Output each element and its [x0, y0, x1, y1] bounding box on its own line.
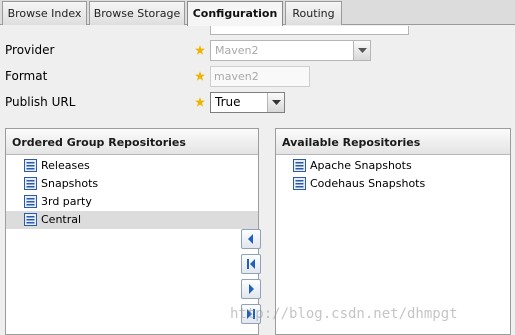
available-repositories-panel: Available Repositories Apache Snapshots …: [275, 128, 511, 335]
publish-url-dropdown-trigger[interactable]: [267, 93, 284, 112]
repository-icon: [24, 159, 37, 172]
repository-icon: [24, 213, 37, 226]
list-item[interactable]: 3rd party: [6, 193, 258, 211]
required-star-icon: [195, 45, 205, 55]
required-star-icon: [195, 71, 205, 81]
list-item[interactable]: Apache Snapshots: [276, 157, 510, 175]
format-value: maven2: [214, 70, 259, 83]
ordered-group-list: Releases Snapshots 3rd party Central: [6, 155, 258, 229]
list-item-label: Codehaus Snapshots: [310, 177, 426, 190]
format-label: Format: [5, 69, 48, 83]
tab-configuration[interactable]: Configuration: [187, 1, 283, 26]
repository-icon: [293, 159, 306, 172]
publish-url-combo[interactable]: True: [210, 92, 285, 113]
provider-value: Maven2: [215, 44, 259, 57]
repository-icon: [293, 177, 306, 190]
list-item-selected[interactable]: Central: [6, 211, 258, 229]
previous-field-stub: [210, 26, 409, 35]
list-item[interactable]: Releases: [6, 157, 258, 175]
format-field[interactable]: maven2: [210, 66, 310, 87]
tab-browse-storage[interactable]: Browse Storage: [89, 1, 185, 25]
list-item[interactable]: Codehaus Snapshots: [276, 175, 510, 193]
arrow-first-icon: [247, 259, 255, 269]
publish-url-value: True: [215, 95, 241, 109]
repository-icon: [24, 195, 37, 208]
watermark: http://blog.csdn.net/dhmpgt: [230, 306, 458, 322]
repository-icon: [24, 177, 37, 190]
provider-label: Provider: [5, 43, 55, 57]
ordered-group-panel: Ordered Group Repositories Releases Snap…: [5, 128, 259, 335]
arrow-right-icon: [249, 284, 254, 294]
list-item-label: Apache Snapshots: [310, 159, 412, 172]
publish-url-label: Publish URL: [5, 95, 76, 109]
available-repositories-title: Available Repositories: [276, 129, 510, 155]
list-item-label: 3rd party: [41, 195, 92, 208]
ordered-group-title: Ordered Group Repositories: [6, 129, 258, 155]
arrow-left-icon: [248, 234, 253, 244]
list-item-label: Releases: [41, 159, 90, 172]
move-down-button[interactable]: [241, 279, 261, 299]
list-item[interactable]: Snapshots: [6, 175, 258, 193]
tab-strip: Browse Index Browse Storage Configuratio…: [0, 0, 515, 26]
provider-dropdown-trigger[interactable]: [353, 41, 370, 60]
move-up-button[interactable]: [241, 229, 261, 249]
list-item-label: Central: [41, 213, 82, 226]
move-first-button[interactable]: [241, 254, 261, 274]
tab-browse-index[interactable]: Browse Index: [2, 1, 87, 25]
list-item-label: Snapshots: [41, 177, 99, 190]
tab-routing[interactable]: Routing: [285, 1, 342, 25]
chevron-down-icon: [272, 100, 281, 105]
provider-combo[interactable]: Maven2: [210, 40, 371, 61]
chevron-down-icon: [358, 48, 367, 53]
required-star-icon: [195, 97, 205, 107]
available-repositories-list: Apache Snapshots Codehaus Snapshots: [276, 155, 510, 193]
